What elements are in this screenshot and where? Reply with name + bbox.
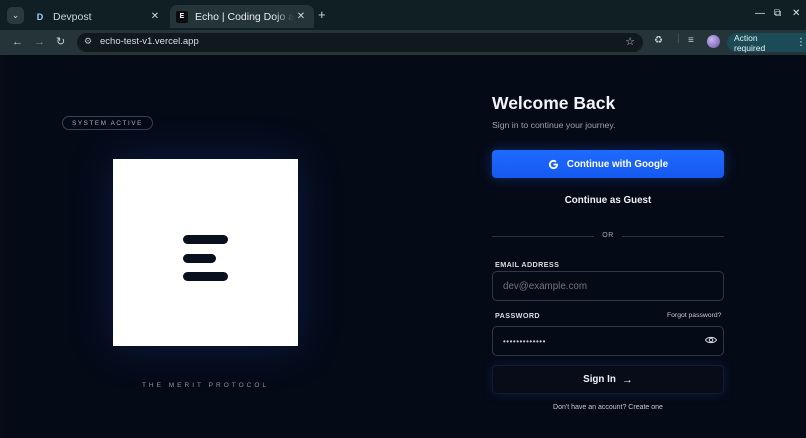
bookmark-star-icon[interactable]: ☆	[625, 35, 635, 48]
logo-bar-middle	[183, 254, 216, 263]
tab-title: Echo | Coding Dojo and C	[195, 10, 294, 23]
chevron-down-icon: ⌄	[11, 10, 20, 20]
tab-devpost[interactable]: D Devpost ✕	[28, 5, 168, 28]
eye-icon[interactable]	[705, 335, 717, 345]
google-button-label: Continue with Google	[566, 158, 669, 170]
back-arrow-icon[interactable]: ←	[12, 35, 23, 49]
echo-favicon-icon: E	[176, 10, 188, 23]
status-badge: SYSTEM ACTIVE	[62, 116, 153, 130]
devpost-favicon-icon: D	[36, 11, 44, 22]
site-settings-icon[interactable]: ⚙	[84, 36, 92, 47]
tab-echo[interactable]: E Echo | Coding Dojo and C ✕	[170, 5, 314, 28]
tab-search-button[interactable]: ⌄	[7, 7, 24, 24]
password-label: PASSWORD	[495, 311, 540, 320]
arrow-right-icon: →	[621, 373, 633, 386]
action-required-button[interactable]: Action required ⋮	[727, 32, 806, 53]
address-bar[interactable]: ⚙ echo-test-v1.vercel.app ☆	[77, 33, 643, 52]
forgot-password-link[interactable]: Forgot password?	[667, 312, 721, 319]
continue-as-guest-button[interactable]: Continue as Guest	[492, 195, 724, 211]
sign-in-button[interactable]: Sign In →	[492, 365, 724, 394]
reload-icon[interactable]: ↻	[56, 35, 65, 49]
password-field[interactable]	[492, 326, 724, 356]
page-title: Welcome Back	[492, 93, 616, 113]
restore-icon[interactable]: ⧉	[774, 8, 781, 19]
divider-left	[492, 236, 594, 237]
sign-in-label: Sign In	[583, 374, 616, 385]
page-subtitle: Sign in to continue your journey.	[492, 120, 616, 130]
action-required-label: Action required	[734, 32, 766, 53]
close-icon[interactable]: ✕	[148, 11, 162, 22]
continue-with-google-button[interactable]: Continue with Google	[492, 150, 724, 178]
tagline: THE MERIT PROTOCOL	[141, 382, 270, 389]
divider-right	[622, 236, 724, 237]
plus-icon[interactable]: +	[318, 8, 326, 22]
url-text: echo-test-v1.vercel.app	[100, 36, 199, 47]
tab-title: Devpost	[53, 10, 92, 23]
toolbar-divider: |	[677, 33, 680, 44]
email-label: EMAIL ADDRESS	[495, 260, 560, 269]
echo-logo	[113, 159, 298, 346]
create-account-link[interactable]: Don't have an account? Create one	[492, 404, 724, 411]
google-icon	[548, 159, 558, 169]
more-options-icon[interactable]: ⋮	[796, 37, 806, 48]
extensions-icon[interactable]: ♻	[654, 35, 663, 46]
reading-list-icon[interactable]: ≡	[688, 35, 694, 46]
logo-bar-top	[183, 235, 228, 244]
close-window-icon[interactable]: ✕	[792, 8, 800, 19]
minimize-icon[interactable]: —	[755, 8, 765, 19]
divider-label: OR	[602, 232, 614, 239]
email-field[interactable]	[492, 271, 724, 301]
profile-avatar[interactable]	[707, 35, 720, 48]
logo-bar-bottom	[183, 272, 228, 281]
forward-arrow-icon[interactable]: →	[34, 35, 45, 49]
close-icon[interactable]: ✕	[294, 11, 308, 22]
